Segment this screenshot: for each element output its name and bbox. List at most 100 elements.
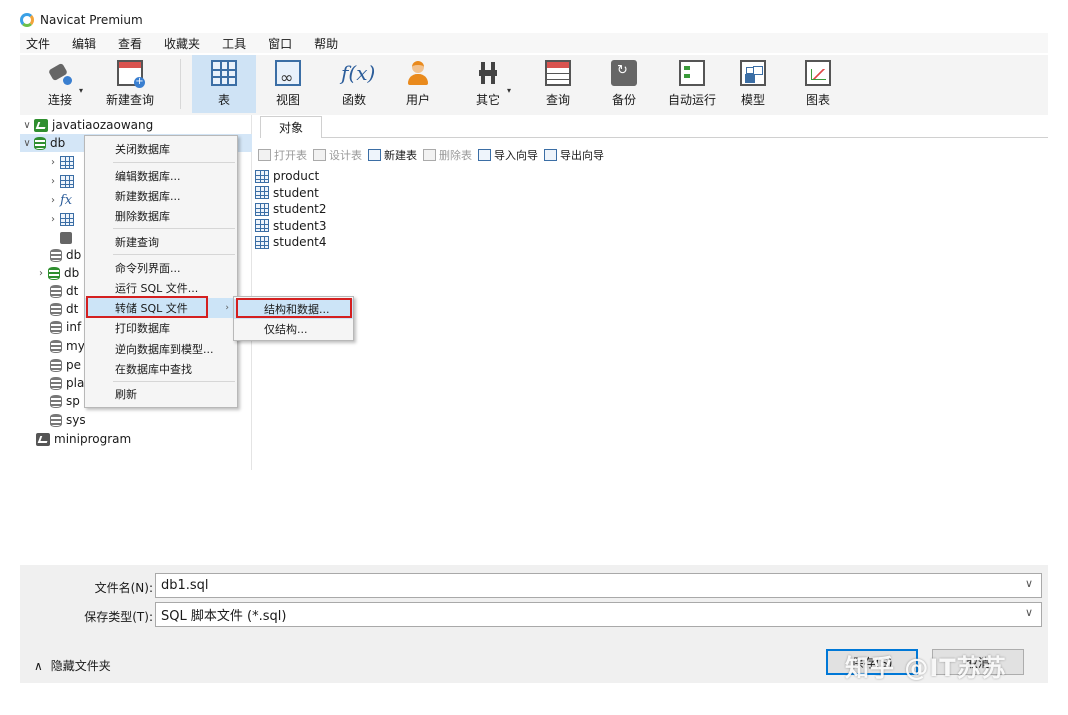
chevron-down-icon[interactable]: ∨ xyxy=(20,138,34,149)
filename-value: db1.sql xyxy=(161,578,209,593)
database-icon xyxy=(50,376,62,390)
backup-label: 备份 xyxy=(611,93,636,107)
backup-button[interactable]: 备份 xyxy=(602,55,646,113)
tree-db-item[interactable]: sp xyxy=(50,392,80,410)
menu-window[interactable]: 窗口 xyxy=(262,35,298,52)
filetype-select[interactable]: SQL 脚本文件 (*.sql) ∨ xyxy=(155,602,1042,627)
chevron-right-icon[interactable]: › xyxy=(46,195,60,206)
menu-item-reverse-to-model[interactable]: 逆向数据库到模型... xyxy=(85,339,237,359)
menu-item-close-database[interactable]: 关闭数据库 xyxy=(85,139,237,159)
title-bar: Navicat Premium xyxy=(20,10,143,30)
design-table-button[interactable]: 设计表 xyxy=(313,147,362,163)
connect-label: 连接 xyxy=(47,93,72,107)
tree-db-item[interactable]: pla xyxy=(50,374,84,392)
table-name: product xyxy=(273,169,320,184)
table-icon xyxy=(60,155,74,169)
menu-item-print-database[interactable]: 打印数据库 xyxy=(85,318,237,338)
menu-item-label: 编辑数据库... xyxy=(115,170,181,183)
menu-item-run-sql-file[interactable]: 运行 SQL 文件... xyxy=(85,278,237,298)
open-table-button[interactable]: 打开表 xyxy=(258,147,307,163)
list-item[interactable]: student2 xyxy=(255,201,327,218)
menu-item-refresh[interactable]: 刷新 xyxy=(85,384,237,404)
import-wizard-button[interactable]: 导入向导 xyxy=(478,147,538,163)
tree-db-item[interactable]: inf xyxy=(50,318,81,336)
query-icon xyxy=(545,60,571,86)
tree-db-item[interactable]: pe xyxy=(50,356,81,374)
hide-folders-label: 隐藏文件夹 xyxy=(50,659,111,673)
chevron-right-icon[interactable]: › xyxy=(46,214,60,225)
chevron-right-icon[interactable]: › xyxy=(46,157,60,168)
tree-connection[interactable]: ∨ javatiaozaowang xyxy=(20,116,153,134)
list-item[interactable]: product xyxy=(255,168,327,185)
database-icon xyxy=(50,413,62,427)
menu-item-edit-database[interactable]: 编辑数据库... xyxy=(85,166,237,186)
new-query-button[interactable]: 新建查询 xyxy=(100,55,160,113)
new-table-button[interactable]: 新建表 xyxy=(368,147,417,163)
connect-button[interactable]: ▾ 连接 xyxy=(38,55,83,113)
database-name: inf xyxy=(66,320,82,334)
menu-tools[interactable]: 工具 xyxy=(216,35,252,52)
tree-functions-node[interactable]: › fx xyxy=(46,191,78,209)
chevron-right-icon[interactable]: › xyxy=(46,176,60,187)
tree-db-item[interactable]: dt xyxy=(50,300,78,318)
others-label: 其它 xyxy=(475,93,500,107)
menu-item-label: 删除数据库 xyxy=(115,210,170,223)
menu-item-label: 打印数据库 xyxy=(115,322,170,335)
menu-item-find-in-database[interactable]: 在数据库中查找 xyxy=(85,359,237,379)
filename-field[interactable]: db1.sql ∨ xyxy=(155,573,1042,598)
tree-connection-2[interactable]: miniprogram xyxy=(36,430,131,448)
list-item[interactable]: student xyxy=(255,185,327,202)
tree-db-item[interactable]: sys xyxy=(50,411,86,429)
tree-db-item[interactable]: db xyxy=(50,246,81,264)
chevron-down-icon[interactable]: ∨ xyxy=(20,120,34,131)
database-name: my xyxy=(66,339,85,353)
menu-item-new-query[interactable]: 新建查询 xyxy=(85,232,237,252)
menu-edit[interactable]: 编辑 xyxy=(66,35,102,52)
chevron-down-icon[interactable]: ∨ xyxy=(1025,606,1033,619)
chevron-down-icon[interactable]: ∨ xyxy=(1025,577,1033,590)
tree-backups-node[interactable] xyxy=(60,229,76,247)
database-name: dt xyxy=(66,284,79,298)
auto-run-button[interactable]: 自动运行 xyxy=(662,55,722,113)
others-button[interactable]: ▾ 其它 xyxy=(466,55,511,113)
tree-views-node[interactable]: › xyxy=(46,172,78,190)
menu-item-structure-only[interactable]: 仅结构... xyxy=(234,319,353,339)
view-button[interactable]: 视图 xyxy=(266,55,310,113)
tab-objects[interactable]: 对象 xyxy=(260,116,322,138)
list-item[interactable]: student4 xyxy=(255,234,327,251)
database-name: db xyxy=(50,136,66,150)
table-button[interactable]: 表 xyxy=(192,55,256,113)
user-button[interactable]: 用户 xyxy=(396,55,440,113)
list-item[interactable]: student3 xyxy=(255,218,327,235)
menu-item-new-database[interactable]: 新建数据库... xyxy=(85,186,237,206)
tree-tables-node[interactable]: › xyxy=(46,153,78,171)
model-button[interactable]: 模型 xyxy=(731,55,775,113)
menu-item-command-line[interactable]: 命令列界面... xyxy=(85,258,237,278)
delete-table-button[interactable]: 删除表 xyxy=(423,147,472,163)
new-table-icon xyxy=(368,149,381,161)
chart-icon xyxy=(805,60,831,86)
menu-view[interactable]: 查看 xyxy=(112,35,148,52)
export-wizard-button[interactable]: 导出向导 xyxy=(544,147,604,163)
tree-db-item[interactable]: › db xyxy=(34,264,79,282)
tree-db-item[interactable]: my xyxy=(50,337,85,355)
new-query-label: 新建查询 xyxy=(105,93,154,107)
user-icon xyxy=(405,60,431,86)
query-button[interactable]: 查询 xyxy=(536,55,580,113)
design-table-label: 设计表 xyxy=(329,149,362,162)
query-icon xyxy=(60,212,74,226)
table-name: student3 xyxy=(273,218,327,233)
menu-file[interactable]: 文件 xyxy=(20,35,56,52)
hide-folders-toggle[interactable]: ∧ 隐藏文件夹 xyxy=(34,657,111,674)
tree-queries-node[interactable]: › xyxy=(46,210,78,228)
tree-db-item[interactable]: dt xyxy=(50,282,78,300)
highlight-callout-box xyxy=(236,298,352,318)
menu-help[interactable]: 帮助 xyxy=(308,35,344,52)
menu-item-delete-database[interactable]: 删除数据库 xyxy=(85,206,237,226)
chevron-right-icon[interactable]: › xyxy=(34,268,48,279)
function-button[interactable]: f(x) 函数 xyxy=(332,55,376,113)
view-icon xyxy=(60,174,74,188)
database-name: sp xyxy=(66,394,80,408)
chart-button[interactable]: 图表 xyxy=(796,55,840,113)
menu-favorites[interactable]: 收藏夹 xyxy=(158,35,206,52)
